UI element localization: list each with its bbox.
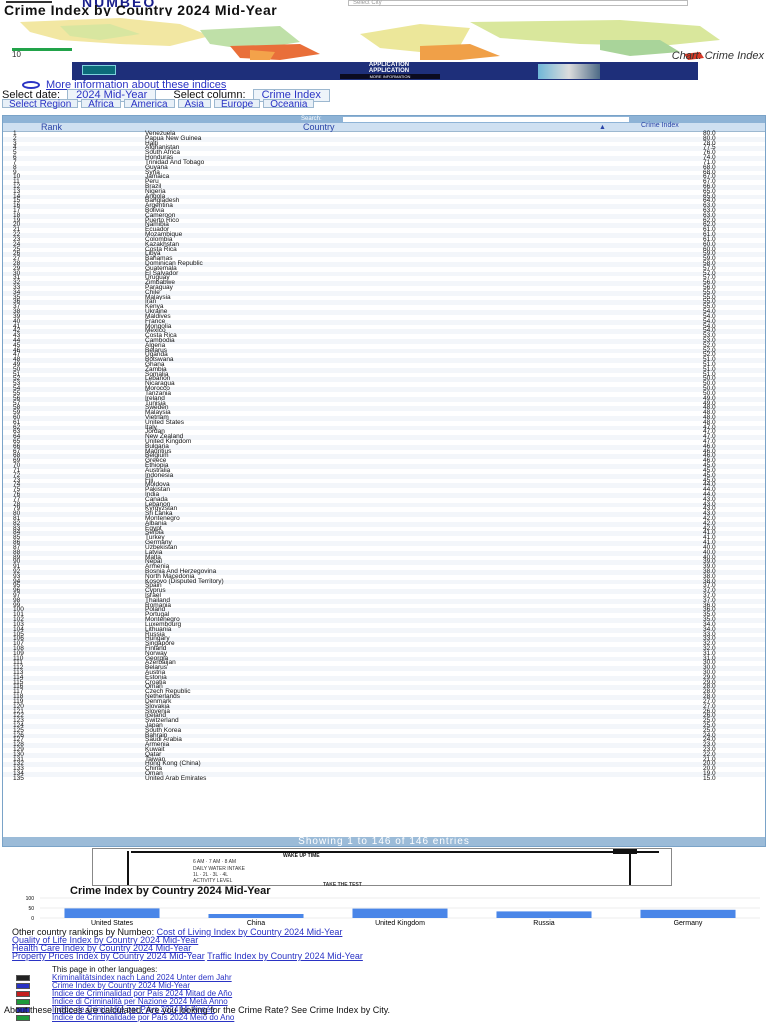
x-tick-label: United States bbox=[91, 920, 134, 927]
flag-icon bbox=[16, 991, 30, 997]
region-oceania[interactable]: Oceania bbox=[263, 99, 315, 110]
cell-rank: 135 bbox=[13, 774, 24, 782]
bar[interactable] bbox=[352, 908, 448, 918]
about-text: About these indices are calculated. Are … bbox=[4, 1005, 391, 1015]
map-legend-min: 10 bbox=[12, 50, 21, 59]
flyer-ad[interactable]: WAKE UP TIME 6 AM · 7 AM · 8 AM DAILY WA… bbox=[92, 848, 672, 888]
table-header: Rank Country ▲ Crime Index bbox=[3, 122, 765, 132]
bar[interactable] bbox=[64, 908, 160, 918]
region-europe[interactable]: Europe bbox=[213, 99, 261, 110]
ranking-table: Search: Rank Country ▲ Crime Index 1 Vene… bbox=[2, 115, 766, 847]
bar[interactable] bbox=[496, 911, 592, 918]
column-country[interactable]: Country bbox=[303, 123, 335, 132]
flag-icon bbox=[16, 1015, 30, 1021]
y-tick-label: 50 bbox=[28, 906, 34, 912]
bar-chart: 100 50 0 United States China United Kingdom Ru… bbox=[26, 896, 760, 927]
related-rankings: Other country rankings by Numbeo: Cost o… bbox=[12, 928, 762, 961]
cell-crime-index: 15.0 bbox=[703, 774, 716, 782]
ad-text: APPLICATION APPLICATION bbox=[304, 62, 474, 74]
region-africa[interactable]: Africa bbox=[81, 99, 121, 110]
world-map[interactable] bbox=[0, 16, 768, 60]
cell-country[interactable]: United Arab Emirates bbox=[145, 775, 206, 782]
sort-icon[interactable]: ▲ bbox=[599, 123, 606, 132]
flyer-row-4: ACTIVITY LEVEL bbox=[193, 878, 233, 884]
x-tick-label: China bbox=[247, 920, 265, 927]
ad-logo bbox=[82, 65, 116, 75]
flyer-left-rule bbox=[127, 851, 129, 885]
ad-banner[interactable]: APPLICATION APPLICATION MORE INFORMATION bbox=[72, 62, 698, 80]
region-america[interactable]: America bbox=[123, 99, 175, 110]
table-footer: Showing 1 to 146 of 146 entries bbox=[3, 837, 765, 847]
ad-image bbox=[538, 64, 600, 79]
y-tick-label: 100 bbox=[26, 896, 35, 902]
y-tick-label: 0 bbox=[31, 916, 34, 922]
language-item[interactable]: Índice de Criminalidade por País 2024 Me… bbox=[12, 1014, 762, 1022]
flyer-right-rule bbox=[629, 851, 631, 885]
bar[interactable] bbox=[208, 914, 304, 918]
column-rank[interactable]: Rank bbox=[41, 123, 62, 132]
x-tick-label: Russia bbox=[533, 920, 555, 927]
world-map-svg bbox=[0, 16, 768, 60]
region-select[interactable]: Select Region bbox=[2, 99, 79, 110]
flyer-title: WAKE UP TIME bbox=[283, 853, 320, 859]
x-tick-label: Germany bbox=[674, 920, 703, 927]
table-row: 135 United Arab Emirates 15.0 bbox=[3, 774, 765, 782]
flyer-cta[interactable]: TAKE THE TEST bbox=[323, 882, 362, 888]
ad-cta-label: MORE INFORMATION bbox=[369, 74, 411, 79]
table-body: 1 Venezuela 80.0 2 Papua New Guinea 80.0 3 Hait… bbox=[3, 130, 765, 782]
page-title: Crime Index by Country 2024 Mid-Year bbox=[4, 2, 278, 18]
flyer-close-icon[interactable] bbox=[613, 849, 637, 854]
chart-link[interactable]: Chart: Crime Index bbox=[672, 50, 764, 62]
flag-icon bbox=[16, 983, 30, 989]
region-tabs: Select Region Africa America Asia Europe Ocea… bbox=[2, 99, 710, 115]
flyer-top-bar bbox=[131, 851, 659, 853]
column-crime-index[interactable]: Crime Index bbox=[641, 122, 679, 129]
info-icon bbox=[22, 81, 40, 90]
ad-cta-button[interactable]: MORE INFORMATION bbox=[340, 74, 440, 79]
related-link-traffic[interactable]: Traffic Index by Country 2024 Mid-Year bbox=[207, 951, 363, 961]
related-link-property-prices[interactable]: Property Prices Index by Country 2024 Mi… bbox=[12, 951, 205, 961]
map-legend-bar bbox=[12, 48, 72, 51]
x-tick-label: United Kingdom bbox=[375, 920, 425, 927]
flyer-row-1: 6 AM · 7 AM · 8 AM bbox=[193, 859, 237, 865]
city-search-input[interactable]: Select City bbox=[348, 0, 688, 6]
flag-icon bbox=[16, 975, 30, 981]
table-search-input[interactable] bbox=[343, 117, 629, 122]
region-asia[interactable]: Asia bbox=[177, 99, 211, 110]
bar[interactable] bbox=[640, 909, 736, 918]
